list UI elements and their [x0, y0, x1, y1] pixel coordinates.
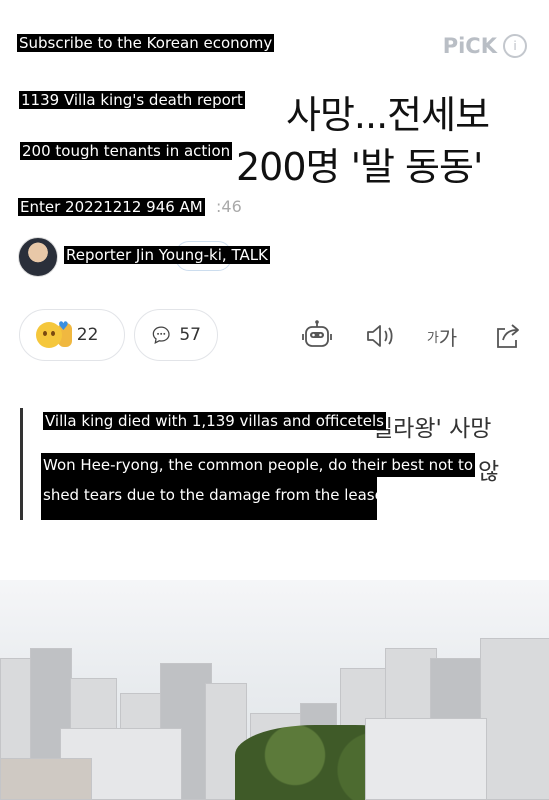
summary-line2: Won Hee-ryong, the common people, do the… — [41, 453, 475, 477]
subscribe-link[interactable]: Subscribe to the Korean economy — [17, 34, 275, 52]
title-ghost-line2: 200명 '발 동동' — [236, 145, 483, 189]
comment-button[interactable]: 57 — [134, 309, 218, 361]
summary-line1: Villa king died with 1,139 villas and of… — [43, 412, 386, 430]
robot-icon — [302, 320, 332, 347]
comment-count: 57 — [179, 325, 201, 345]
reporter-avatar[interactable] — [18, 237, 58, 277]
comment-icon — [152, 326, 170, 344]
emoji-count: 22 — [76, 325, 99, 345]
pick-logo-text: PiCK — [442, 34, 497, 58]
smile-emoji-icon — [36, 322, 62, 348]
speaker-icon — [367, 325, 393, 347]
share-button[interactable] — [490, 318, 526, 354]
title-ghost-line1: 사망...전세보 — [286, 93, 490, 137]
article-title-line1: 1139 Villa king's death report — [19, 91, 245, 109]
summary-line3: shed tears due to the damage from the le… — [41, 476, 384, 520]
font-size-button[interactable]: 가가 — [424, 318, 460, 354]
article-title-line2: 200 tough tenants in action — [20, 142, 233, 160]
share-icon — [497, 324, 519, 348]
font-size-large-glyph: 가 — [438, 325, 458, 350]
reporter-name[interactable]: Reporter Jin Young-ki, TALK — [64, 246, 270, 264]
summary-ghost-line2: 않 — [478, 459, 500, 485]
summary-ghost-line1: 빌라왕' 사망 — [372, 416, 492, 442]
ai-summary-button[interactable] — [299, 318, 335, 354]
info-icon[interactable]: i — [503, 34, 527, 58]
pick-logo[interactable]: PiCK i — [443, 34, 527, 58]
article-photo[interactable] — [0, 580, 549, 800]
emoji-reaction-button[interactable]: ♥ 22 — [19, 309, 125, 361]
font-size-small-glyph: 가 — [426, 330, 439, 346]
listen-button[interactable] — [362, 318, 398, 354]
publish-date-ghost: :46 — [216, 197, 242, 216]
quote-bar — [20, 408, 23, 520]
publish-date: Enter 20221212 946 AM — [18, 198, 205, 216]
